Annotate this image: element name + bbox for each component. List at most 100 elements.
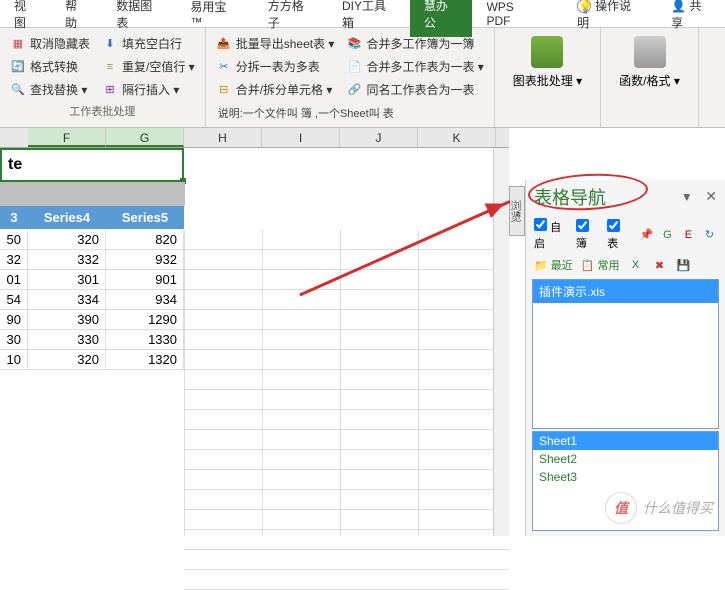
ribbon-group-3: 图表批处理 ▾ — [495, 28, 601, 127]
series5-header: Series5 — [106, 206, 184, 229]
ribbon-group-1: ▦取消隐藏表 🔄格式转换 🔍查找替换 ▾ ⬇填充空白行 ≡重复/空值行 ▾ ⊞隔… — [0, 28, 206, 127]
fx-icon — [634, 36, 666, 68]
excel-icon[interactable]: X — [628, 257, 644, 273]
data-cell[interactable]: 1290 — [106, 310, 184, 330]
books-icon: 📚 — [346, 36, 362, 52]
data-cell[interactable]: 390 — [28, 310, 106, 330]
data-cell[interactable]: 330 — [28, 330, 106, 350]
ribbon-content: ▦取消隐藏表 🔄格式转换 🔍查找替换 ▾ ⬇填充空白行 ≡重复/空值行 ▾ ⊞隔… — [0, 28, 725, 128]
data-cell[interactable]: 334 — [28, 290, 106, 310]
col-header-k[interactable]: K — [418, 128, 496, 147]
data-cell[interactable]: 934 — [106, 290, 184, 310]
workbook-item[interactable]: 插件演示.xls — [533, 280, 718, 303]
data-cell[interactable]: 01 — [0, 270, 28, 290]
refresh-icon[interactable]: ↻ — [702, 227, 717, 243]
selected-cell[interactable]: te — [0, 148, 184, 182]
col-header-j[interactable]: J — [340, 128, 418, 147]
merge-workbooks-button[interactable]: 📚合并多工作簿为一簿 — [344, 32, 485, 55]
function-format-button[interactable]: 函数/格式 ▾ — [609, 32, 690, 93]
save-icon[interactable]: 💾 — [676, 257, 692, 273]
convert-icon: 🔄 — [10, 59, 26, 75]
chart-batch-button[interactable]: 图表批处理 ▾ — [503, 32, 592, 93]
table-row[interactable]: 32332932 — [0, 250, 184, 270]
pin2-icon[interactable]: 📌 — [639, 227, 654, 243]
col-header-g[interactable]: G — [106, 128, 184, 147]
data-cell[interactable]: 332 — [28, 250, 106, 270]
data-cell[interactable]: 32 — [0, 250, 28, 270]
data-cell[interactable]: 50 — [0, 230, 28, 250]
nav-checkboxes: 自启 簿 表 📌 G E ↻ — [530, 216, 721, 253]
table-row[interactable]: 303301330 — [0, 330, 184, 350]
sheet-item-3[interactable]: Sheet3 — [533, 468, 718, 486]
collapse-label: 浏览 — [507, 200, 523, 222]
chk-workbook[interactable]: 簿 — [576, 219, 601, 251]
ribbon-tabs: 视图 帮助 数据图表 易用宝 ™ 方方格子 DIY工具箱 慧办公 WPS PDF… — [0, 0, 725, 28]
data-cell[interactable]: 320 — [28, 350, 106, 370]
search-icon: 🔍 — [10, 82, 26, 98]
data-cell[interactable]: 901 — [106, 270, 184, 290]
merge-split-cell-button[interactable]: ⊟合并/拆分单元格 ▾ — [214, 78, 337, 101]
sheets-icon: 📄 — [346, 59, 362, 75]
fill-icon: ⬇ — [102, 36, 118, 52]
sheet-item-2[interactable]: Sheet2 — [533, 450, 718, 468]
merge-icon: 🔗 — [346, 82, 362, 98]
series4-header: Series4 — [28, 206, 106, 229]
find-replace-button[interactable]: 🔍查找替换 ▾ — [8, 78, 92, 101]
sheet-item-1[interactable]: Sheet1 — [533, 432, 718, 450]
table-nav-panel: 表格导航 ▼ ✕ 自启 簿 表 📌 G E ↻ 📁 最近 📋 常用 X ✖ 💾 … — [525, 180, 725, 536]
data-cell[interactable]: 90 — [0, 310, 28, 330]
col-header-f[interactable]: F — [28, 128, 106, 147]
table-row[interactable]: 50320820 — [0, 230, 184, 250]
unhide-sheet-button[interactable]: ▦取消隐藏表 — [8, 32, 92, 55]
spreadsheet[interactable]: F G H I J K te 3 Series4 Series5 5032082… — [0, 128, 509, 536]
table-row[interactable]: 903901290 — [0, 310, 184, 330]
tool-icon[interactable]: ✖ — [652, 257, 668, 273]
data-cell[interactable]: 1330 — [106, 330, 184, 350]
watermark-badge: 值 — [605, 492, 637, 524]
fill-blank-button[interactable]: ⬇填充空白行 — [100, 32, 197, 55]
export2-icon[interactable]: E — [681, 227, 696, 243]
data-cell[interactable]: 1320 — [106, 350, 184, 370]
pin-icon[interactable]: ▼ — [681, 190, 693, 204]
watermark-text: 什么值得买 — [643, 498, 713, 518]
format-convert-button[interactable]: 🔄格式转换 — [8, 55, 92, 78]
table-row[interactable]: 54334934 — [0, 290, 184, 310]
common-link[interactable]: 📋 常用 — [581, 257, 620, 273]
data-cell[interactable]: 932 — [106, 250, 184, 270]
import-icon[interactable]: G — [660, 227, 675, 243]
dup-blank-button[interactable]: ≡重复/空值行 ▾ — [100, 55, 197, 78]
recent-link[interactable]: 📁 最近 — [534, 257, 573, 273]
table-row[interactable]: 103201320 — [0, 350, 184, 370]
rows-icon: ≡ — [102, 59, 118, 75]
data-cell[interactable]: 301 — [28, 270, 106, 290]
ribbon-group-4: 函数/格式 ▾ — [601, 28, 699, 127]
chart-icon — [531, 36, 563, 68]
workbook-list[interactable]: 插件演示.xls — [532, 279, 719, 429]
alt-insert-button[interactable]: ⊞隔行插入 ▾ — [100, 78, 197, 101]
table-row[interactable]: 01301901 — [0, 270, 184, 290]
ribbon-group-2: 📤批量导出sheet表 ▾ ✂分拆一表为多表 ⊟合并/拆分单元格 ▾ 📚合并多工… — [206, 28, 495, 127]
insert-icon: ⊞ — [102, 82, 118, 98]
data-cell[interactable]: 30 — [0, 330, 28, 350]
chk-autostart[interactable]: 自启 — [534, 218, 570, 251]
data-cell[interactable]: 820 — [106, 230, 184, 250]
column-headers: F G H I J K — [0, 128, 509, 148]
data-cell[interactable]: 10 — [0, 350, 28, 370]
data-cell[interactable]: 54 — [0, 290, 28, 310]
watermark: 值 什么值得买 — [605, 492, 713, 524]
chk-sheet[interactable]: 表 — [607, 219, 632, 251]
merge-sheets-button[interactable]: 📄合并多工作表为一表 ▾ — [344, 55, 485, 78]
split-table-button[interactable]: ✂分拆一表为多表 — [214, 55, 337, 78]
col-header-h[interactable]: H — [184, 128, 262, 147]
data-rows: 5032082032332932013019015433493490390129… — [0, 230, 184, 370]
batch-export-button[interactable]: 📤批量导出sheet表 ▾ — [214, 32, 337, 55]
table-icon: ▦ — [10, 36, 26, 52]
cell-icon: ⊟ — [216, 82, 232, 98]
nav-panel-title: 表格导航 — [534, 184, 606, 210]
data-cell[interactable]: 320 — [28, 230, 106, 250]
close-icon[interactable]: ✕ — [705, 188, 717, 204]
split-icon: ✂ — [216, 59, 232, 75]
col-header-i[interactable]: I — [262, 128, 340, 147]
merge-same-name-button[interactable]: 🔗同名工作表合为一表 — [344, 78, 485, 101]
group-label-1: 工作表批处理 — [8, 103, 197, 119]
